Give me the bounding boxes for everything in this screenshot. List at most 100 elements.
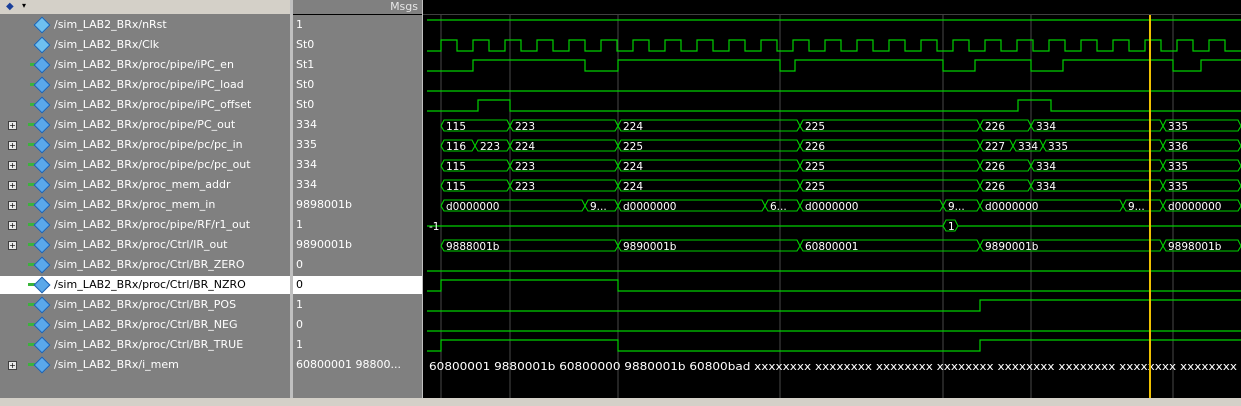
signal-output-icon <box>33 336 51 354</box>
signal-row[interactable]: + /sim_LAB2_BRx/proc/Ctrl/IR_out <box>0 236 290 254</box>
bus-mem_addr-label: 226 <box>985 181 1005 193</box>
chevron-down-icon[interactable]: ▾ <box>22 0 26 12</box>
signal-inout-icon <box>33 76 51 94</box>
signal-row[interactable]: + /sim_LAB2_BRx/proc_mem_addr <box>0 176 290 194</box>
signal-value: 334 <box>296 178 317 191</box>
bus-pc_in-label: 336 <box>1168 141 1188 153</box>
signal-name: /sim_LAB2_BRx/proc/pipe/iPC_en <box>54 58 234 71</box>
signal-output-icon <box>33 276 51 294</box>
expand-icon[interactable]: + <box>8 141 17 150</box>
signal-row[interactable]: /sim_LAB2_BRx/Clk <box>0 36 290 54</box>
signal-value: 335 <box>296 138 317 151</box>
signal-value-row[interactable]: 0 <box>293 316 422 334</box>
signal-row[interactable]: + /sim_LAB2_BRx/proc/pipe/pc/pc_in <box>0 136 290 154</box>
signal-value: 334 <box>296 118 317 131</box>
signal-row[interactable]: + /sim_LAB2_BRx/proc/pipe/RF/r1_out <box>0 216 290 234</box>
bus-ir_out-label: 9890001b <box>985 241 1039 253</box>
signal-value-row[interactable]: 334 <box>293 156 422 174</box>
signal-row[interactable]: /sim_LAB2_BRx/proc/Ctrl/BR_NZRO <box>0 276 290 294</box>
bus-mem_addr-label: 334 <box>1036 181 1056 193</box>
signal-name: /sim_LAB2_BRx/proc/Ctrl/BR_POS <box>54 298 237 311</box>
signal-value-row[interactable]: 1 <box>293 296 422 314</box>
signal-name-list: /sim_LAB2_BRx/nRst/sim_LAB2_BRx/Clk/sim_… <box>0 15 290 398</box>
signal-value-row[interactable]: St1 <box>293 56 422 74</box>
signal-value-row[interactable]: 334 <box>293 176 422 194</box>
expand-icon[interactable]: + <box>8 181 17 190</box>
signal-row[interactable]: /sim_LAB2_BRx/proc/Ctrl/BR_NEG <box>0 316 290 334</box>
signal-value-row[interactable]: 9898001b <box>293 196 422 214</box>
signal-output-icon <box>33 316 51 334</box>
signal-value-row[interactable]: St0 <box>293 96 422 114</box>
signal-row[interactable]: /sim_LAB2_BRx/proc/Ctrl/BR_TRUE <box>0 336 290 354</box>
bus-pc_out-segment <box>799 119 981 132</box>
signal-row[interactable]: + /sim_LAB2_BRx/i_mem <box>0 356 290 374</box>
bus-mem_in-label: d0000000 <box>446 201 499 213</box>
signal-value: 0 <box>296 318 303 331</box>
signal-row[interactable]: /sim_LAB2_BRx/proc/Ctrl/BR_POS <box>0 296 290 314</box>
bus-pc_out-label: 334 <box>1036 121 1056 133</box>
expand-icon[interactable]: + <box>8 121 17 130</box>
signal-name: /sim_LAB2_BRx/proc/pipe/RF/r1_out <box>54 218 251 231</box>
signal-inout-icon <box>33 56 51 74</box>
signal-value-row[interactable]: 1 <box>293 336 422 354</box>
signal-value-row[interactable]: St0 <box>293 76 422 94</box>
signal-value-row[interactable]: 0 <box>293 276 422 294</box>
wave-iPC_offset <box>427 99 1241 112</box>
signal-value-row[interactable]: 334 <box>293 116 422 134</box>
msgs-header-label: Msgs <box>390 0 418 13</box>
bus-mem_addr-label: 225 <box>805 181 825 193</box>
signal-value-row[interactable]: 1 <box>293 16 422 34</box>
signal-row[interactable]: + /sim_LAB2_BRx/proc_mem_in <box>0 196 290 214</box>
signal-row[interactable]: /sim_LAB2_BRx/proc/pipe/iPC_load <box>0 76 290 94</box>
signal-value: 334 <box>296 158 317 171</box>
signal-row[interactable]: /sim_LAB2_BRx/proc/Ctrl/BR_ZERO <box>0 256 290 274</box>
signal-value-row[interactable]: 9890001b <box>293 236 422 254</box>
signal-value-row[interactable]: St0 <box>293 36 422 54</box>
bus-r1_out-label: 1 <box>948 221 955 233</box>
bus-pc_out-label: 226 <box>985 121 1005 133</box>
expand-icon[interactable]: + <box>8 241 17 250</box>
expand-icon[interactable]: + <box>8 221 17 230</box>
signal-name: /sim_LAB2_BRx/proc/Ctrl/BR_NEG <box>54 318 238 331</box>
signal-value: 60800001 98800... <box>296 358 401 371</box>
signal-row[interactable]: /sim_LAB2_BRx/proc/pipe/iPC_en <box>0 56 290 74</box>
bus-pc_out2-segment <box>799 159 981 172</box>
signal-row[interactable]: + /sim_LAB2_BRx/proc/pipe/PC_out <box>0 116 290 134</box>
signal-name: /sim_LAB2_BRx/proc/pipe/pc/pc_out <box>54 158 251 171</box>
signal-value-row[interactable]: 60800001 98800... <box>293 356 422 374</box>
bus-mem_in-label: d0000000 <box>805 201 858 213</box>
expand-icon[interactable]: + <box>8 201 17 210</box>
bus-mem_addr-segment <box>799 179 981 192</box>
bus-pc_out2-label: 223 <box>515 161 535 173</box>
signal-output-icon <box>33 116 51 134</box>
signal-name: /sim_LAB2_BRx/proc/Ctrl/BR_TRUE <box>54 338 244 351</box>
signal-value-row[interactable]: 1 <box>293 216 422 234</box>
wave-BR_POS <box>427 299 1241 312</box>
waveform-pane[interactable]: 115 223 224 225 226 334 335 116 223 224 225 226 227 3… <box>423 15 1241 398</box>
signal-row[interactable]: /sim_LAB2_BRx/nRst <box>0 16 290 34</box>
waveform-header <box>423 0 1241 15</box>
bus-pc_out-label: 115 <box>446 121 466 133</box>
horizontal-scrollbar[interactable] <box>0 398 1241 406</box>
signal-value-row[interactable]: 0 <box>293 256 422 274</box>
wave-clk <box>427 39 1241 52</box>
bus-mem_addr-label: 335 <box>1168 181 1188 193</box>
expand-icon[interactable]: + <box>8 361 17 370</box>
expand-icon[interactable]: + <box>8 161 17 170</box>
bus-ir_out-label: 9888001b <box>446 241 500 253</box>
bus-pc_out2-segment <box>617 159 801 172</box>
bus-mem_addr-segment <box>617 179 801 192</box>
bus-ir_out-label: 9890001b <box>623 241 677 253</box>
signal-row[interactable]: + /sim_LAB2_BRx/proc/pipe/pc/pc_out <box>0 156 290 174</box>
bus-ir_out-label: 9898001b <box>1168 241 1222 253</box>
signal-value: 1 <box>296 218 303 231</box>
wave-toolbar-icon[interactable]: ◆ <box>6 1 14 13</box>
bus-mem_in-label: 6... <box>770 201 787 213</box>
wave-BR_NZRO <box>427 279 1241 292</box>
signal-value: 0 <box>296 278 303 291</box>
signal-output-icon <box>33 296 51 314</box>
bus-mem_in-label: d0000000 <box>985 201 1038 213</box>
signal-output-icon <box>33 236 51 254</box>
signal-value-row[interactable]: 335 <box>293 136 422 154</box>
signal-row[interactable]: /sim_LAB2_BRx/proc/pipe/iPC_offset <box>0 96 290 114</box>
